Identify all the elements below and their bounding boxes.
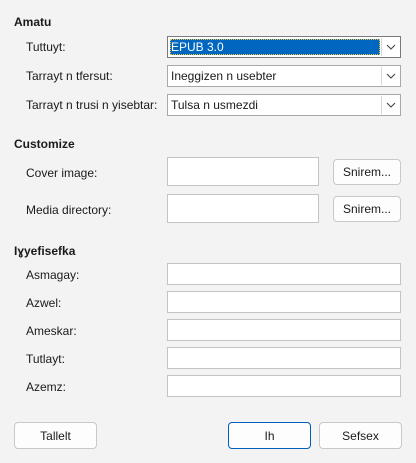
section-metadata-title: Iɣyefisefka bbox=[14, 244, 76, 258]
media-browse-button[interactable]: Snirem... bbox=[333, 196, 401, 222]
title-field[interactable] bbox=[167, 291, 401, 313]
date-field[interactable] bbox=[167, 375, 401, 397]
chevron-down-icon[interactable] bbox=[381, 38, 399, 56]
type-dropdown-value: EPUB 3.0 bbox=[170, 39, 380, 55]
date-label: Azemz: bbox=[26, 380, 67, 394]
language-label: Tutlayt: bbox=[26, 352, 65, 366]
cover-image-field[interactable] bbox=[167, 157, 319, 186]
media-directory-label: Media directory: bbox=[26, 203, 112, 217]
split-dropdown-value: Ineggizen n usebter bbox=[171, 69, 277, 83]
cancel-button[interactable]: Sefsex bbox=[319, 422, 402, 449]
language-field[interactable] bbox=[167, 347, 401, 369]
ok-button[interactable]: Ih bbox=[228, 422, 311, 449]
cover-image-label: Cover image: bbox=[26, 166, 98, 180]
layout-dropdown-value: Tulsa n usmezdi bbox=[171, 98, 258, 112]
split-label: Tarrayt n tfersut: bbox=[26, 69, 113, 83]
section-customize-title: Customize bbox=[14, 137, 75, 151]
layout-dropdown[interactable]: Tulsa n usmezdi bbox=[167, 94, 401, 116]
split-dropdown[interactable]: Ineggizen n usebter bbox=[167, 65, 401, 87]
chevron-down-icon[interactable] bbox=[381, 96, 399, 114]
identifier-label: Asmagay: bbox=[26, 268, 80, 282]
media-directory-field[interactable] bbox=[167, 194, 319, 223]
cover-browse-button[interactable]: Snirem... bbox=[333, 159, 401, 185]
help-button[interactable]: Tallelt bbox=[14, 422, 97, 449]
author-label: Ameskar: bbox=[26, 324, 77, 338]
title-label: Azwel: bbox=[26, 296, 62, 310]
author-field[interactable] bbox=[167, 319, 401, 341]
layout-label: Tarrayt n trusi n yisebtar: bbox=[26, 98, 158, 112]
type-dropdown[interactable]: EPUB 3.0 bbox=[167, 36, 401, 58]
identifier-field[interactable] bbox=[167, 263, 401, 285]
type-label: Tuttuyt: bbox=[26, 40, 66, 54]
chevron-down-icon[interactable] bbox=[381, 67, 399, 85]
section-general-title: Amatu bbox=[14, 15, 52, 29]
